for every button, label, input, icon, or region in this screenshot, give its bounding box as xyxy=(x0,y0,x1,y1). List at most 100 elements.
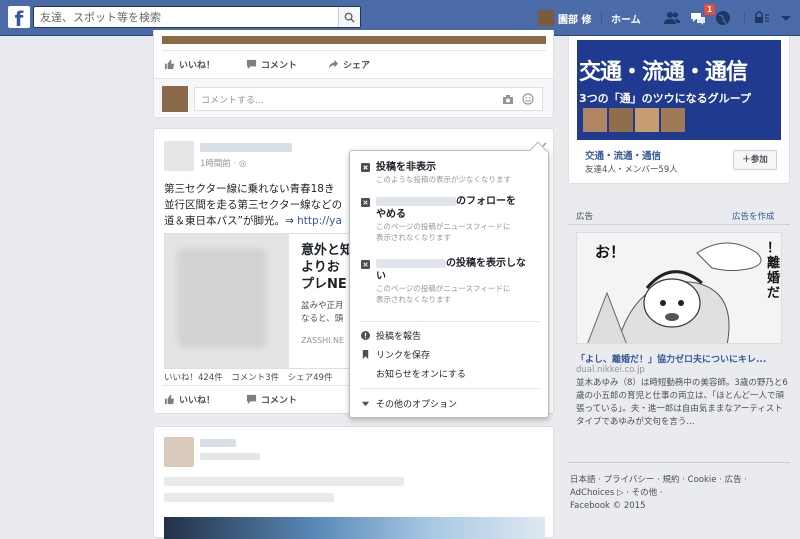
comment-button[interactable]: コメント xyxy=(246,58,297,71)
author-name[interactable] xyxy=(200,439,236,447)
comment-placeholder: コメントする... xyxy=(201,96,264,106)
menu-item-notifications-on[interactable]: お知らせをオンにする xyxy=(362,367,542,380)
link-domain: ZASSHI.NE xyxy=(301,336,345,345)
copyright: Facebook © 2015 xyxy=(570,501,646,511)
search-button[interactable] xyxy=(338,7,360,27)
menu-item-title: 投稿を非表示 xyxy=(376,162,436,173)
menu-item-title-line2: やめる xyxy=(376,209,406,220)
create-ad-link[interactable]: 広告を作成 xyxy=(732,210,775,222)
post-text: 第三セクター線に乗れない青春18き 並行区間を走る第三セクター線などの 道＆東日… xyxy=(164,181,354,229)
notifications-globe-icon[interactable] xyxy=(714,9,732,27)
menu-item-more-options[interactable]: その他のオプション xyxy=(361,397,542,410)
menu-item-hide-all[interactable]: の投稿を表示しな い このページの投稿がニュースフィードに 表示されなくなります xyxy=(361,257,542,305)
footer-links: 日本語 · プライバシー · 規約 · Cookie · 広告 · AdChoi… xyxy=(570,474,790,513)
ad-domain: dual.nikkei.co.jp xyxy=(576,365,645,375)
banner-title: 交通・流通・通信 xyxy=(579,60,748,85)
post-meta xyxy=(200,453,260,460)
link-title-line: よりお xyxy=(301,260,340,275)
search-icon xyxy=(344,12,355,23)
like-label: いいね！ xyxy=(179,396,216,406)
share-icon xyxy=(328,59,339,70)
account-menu-chevron-icon[interactable] xyxy=(777,9,795,27)
menu-item-label: その他のオプション xyxy=(376,400,458,410)
feed-post: いいね！ コメント シェア コメントする... xyxy=(153,30,554,118)
link-description: 盆みや正月 なると、頭 xyxy=(301,300,344,326)
post-text-blurred xyxy=(164,493,334,502)
facebook-logo[interactable]: f xyxy=(8,6,30,28)
ad-image[interactable]: お！ ！離婚だ！！ xyxy=(576,232,782,344)
globe-icon: ◎ xyxy=(239,159,247,169)
post-text-segment: 道＆東日本パス”が脚光。⇒ xyxy=(164,215,298,227)
emoji-icon[interactable] xyxy=(522,93,534,105)
divider xyxy=(744,11,745,25)
right-sidebar: 交通・流通・通信 3つの「通」のツウになるグループ 交通・流通・通信 友達4人・… xyxy=(560,36,800,533)
divider xyxy=(162,50,546,51)
menu-item-title: の投稿を表示しな xyxy=(376,257,542,270)
menu-item-label: 投稿を報告 xyxy=(376,332,422,342)
share-button[interactable]: シェア xyxy=(328,58,370,71)
like-label: いいね！ xyxy=(179,61,216,71)
menu-divider xyxy=(360,321,540,322)
search-input[interactable] xyxy=(34,7,336,27)
divider xyxy=(568,462,790,463)
post-image xyxy=(162,36,546,44)
footer-line[interactable]: AdChoices ▷ · その他 · xyxy=(570,487,790,500)
group-cover-banner[interactable]: 交通・流通・通信 3つの「通」のツウになるグループ xyxy=(577,40,781,140)
bookmark-icon xyxy=(362,350,369,359)
group-meta: 友達4人・メンバー59人 xyxy=(585,165,678,175)
post-stats[interactable]: いいね！424件 コメント3件 シェア49件 xyxy=(164,371,352,383)
comment-input[interactable]: コメントする... xyxy=(194,87,543,111)
comment-label: コメント xyxy=(261,61,298,71)
post-timestamp[interactable]: 1時間前 · ◎ xyxy=(200,157,246,169)
caret-down-icon xyxy=(361,401,370,407)
divider xyxy=(568,224,790,225)
menu-item-subtitle: このページの投稿がニュースフィードに xyxy=(376,284,511,293)
like-button[interactable]: いいね！ xyxy=(164,58,215,71)
menu-item-unfollow[interactable]: のフォローを やめる このページの投稿がニュースフィードに 表示されなくなります xyxy=(361,195,542,243)
comment-button[interactable]: コメント xyxy=(246,393,297,406)
menu-item-report[interactable]: 投稿を報告 xyxy=(361,329,542,342)
ad-label: 広告 xyxy=(576,212,594,222)
menu-item-save-link[interactable]: リンクを保存 xyxy=(362,348,542,361)
menu-item-subtitle: 表示されなくなります xyxy=(376,295,451,304)
link-desc-line: 盆みや正月 xyxy=(301,301,344,311)
post-link[interactable]: http://ya xyxy=(297,215,342,227)
unfollow-text: のフォローを xyxy=(456,196,516,207)
link-preview[interactable]: 意外と知 よりお プレNE 盆みや正月 なると、頭 ZASSHI.NE xyxy=(164,233,354,369)
home-link[interactable]: ホーム xyxy=(611,11,641,26)
divider xyxy=(601,11,602,25)
link-title-line: プレNE xyxy=(301,277,347,292)
like-button[interactable]: いいね！ xyxy=(164,393,215,406)
feed-post xyxy=(153,426,554,539)
menu-item-label: リンクを保存 xyxy=(376,351,431,361)
search-box[interactable] xyxy=(33,6,361,28)
timestamp-text: 1時間前 · xyxy=(200,159,240,169)
camera-icon[interactable] xyxy=(502,94,514,105)
page-name-blurred xyxy=(376,258,446,268)
footer-line[interactable]: 日本語 · プライバシー · 規約 · Cookie · 広告 · xyxy=(570,474,790,487)
hide-all-text: の投稿を表示しな xyxy=(446,258,526,269)
ad-headline[interactable]: 「よし、離婚だ！」協力ゼロ夫についにキレ... xyxy=(576,352,790,365)
friend-requests-icon[interactable] xyxy=(663,9,681,27)
menu-item-subtitle: このような投稿の表示が少なくなります xyxy=(376,175,511,184)
comment-label: コメント xyxy=(261,396,298,406)
post-text-line: 並行区間を走る第三セクター線などの xyxy=(164,199,343,211)
share-label: シェア xyxy=(343,61,371,71)
menu-item-title: のフォローを xyxy=(376,195,542,208)
page-name-blurred xyxy=(376,196,456,206)
hide-x-icon xyxy=(361,163,370,172)
group-name[interactable]: 交通・流通・通信 xyxy=(585,148,661,162)
user-name: 園部 修 xyxy=(558,14,592,26)
menu-item-hide-post[interactable]: 投稿を非表示 このような投稿の表示が少なくなります xyxy=(361,161,542,185)
menu-item-label: お知らせをオンにする xyxy=(376,370,466,380)
logo-letter: f xyxy=(14,7,24,28)
page-name[interactable] xyxy=(200,143,292,152)
author-avatar xyxy=(164,437,194,467)
privacy-shortcuts-icon[interactable] xyxy=(752,9,770,27)
member-thumbnails xyxy=(583,108,685,132)
post-text-line: 第三セクター線に乗れない青春18き xyxy=(164,183,335,195)
manga-text-right: ！離婚だ！！ xyxy=(767,241,781,301)
profile-link[interactable]: 園部 修 xyxy=(538,8,591,28)
join-group-button[interactable]: ＋参加 xyxy=(733,150,777,170)
post-photo[interactable] xyxy=(164,517,545,539)
